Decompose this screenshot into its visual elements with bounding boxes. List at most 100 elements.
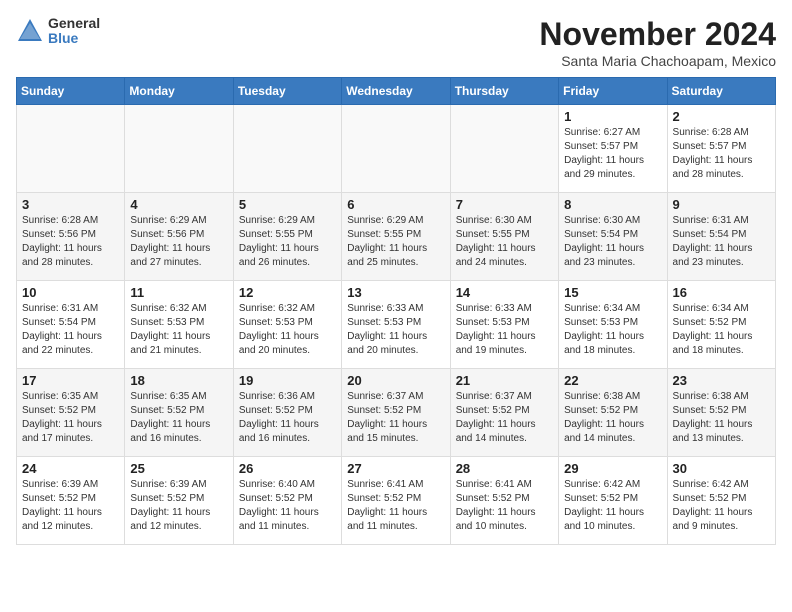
day-info: Sunrise: 6:30 AM Sunset: 5:54 PM Dayligh…: [564, 214, 661, 270]
day-info: Sunrise: 6:39 AM Sunset: 5:52 PM Dayligh…: [22, 478, 119, 534]
day-number: 12: [239, 285, 336, 300]
day-number: 2: [673, 109, 770, 124]
day-info: Sunrise: 6:27 AM Sunset: 5:57 PM Dayligh…: [564, 126, 661, 182]
day-info: Sunrise: 6:30 AM Sunset: 5:55 PM Dayligh…: [456, 214, 553, 270]
day-number: 4: [130, 197, 227, 212]
day-number: 15: [564, 285, 661, 300]
calendar-cell: 20Sunrise: 6:37 AM Sunset: 5:52 PM Dayli…: [342, 369, 450, 457]
day-number: 14: [456, 285, 553, 300]
calendar-cell: 30 Sunrise: 6:42 AM Sunset: 5:52 PM Dayli…: [667, 457, 775, 545]
calendar-cell: 22 Sunrise: 6:38 AM Sunset: 5:52 PM Dayli…: [559, 369, 667, 457]
day-info: Sunrise: 6:31 AM Sunset: 5:54 PM Dayligh…: [673, 214, 770, 270]
calendar-cell: 8 Sunrise: 6:30 AM Sunset: 5:54 PM Daylig…: [559, 193, 667, 281]
day-number: 13: [347, 285, 444, 300]
calendar-body: 1 Sunrise: 6:27 AM Sunset: 5:57 PM Daylig…: [17, 105, 776, 545]
day-number: 11: [130, 285, 227, 300]
day-number: 8: [564, 197, 661, 212]
day-number: 10: [22, 285, 119, 300]
calendar-cell: 12 Sunrise: 6:32 AM Sunset: 5:53 PM Dayli…: [233, 281, 341, 369]
calendar-cell: 24 Sunrise: 6:39 AM Sunset: 5:52 PM Dayli…: [17, 457, 125, 545]
calendar-cell: 15Sunrise: 6:34 AM Sunset: 5:53 PM Dayli…: [559, 281, 667, 369]
day-info: Sunrise: 6:29 AM Sunset: 5:55 PM Dayligh…: [347, 214, 444, 270]
day-number: 30: [673, 461, 770, 476]
calendar-cell: 16 Sunrise: 6:34 AM Sunset: 5:52 PM Dayli…: [667, 281, 775, 369]
day-info: Sunrise: 6:41 AM Sunset: 5:52 PM Dayligh…: [347, 478, 444, 534]
day-number: 16: [673, 285, 770, 300]
calendar-cell: 19Sunrise: 6:36 AM Sunset: 5:52 PM Dayli…: [233, 369, 341, 457]
calendar-cell: 27 Sunrise: 6:41 AM Sunset: 5:52 PM Dayli…: [342, 457, 450, 545]
week-row-2: 3 Sunrise: 6:28 AM Sunset: 5:56 PM Daylig…: [17, 193, 776, 281]
day-number: 22: [564, 373, 661, 388]
calendar-cell: 6 Sunrise: 6:29 AM Sunset: 5:55 PM Daylig…: [342, 193, 450, 281]
calendar-cell: 7 Sunrise: 6:30 AM Sunset: 5:55 PM Daylig…: [450, 193, 558, 281]
day-info: Sunrise: 6:36 AM Sunset: 5:52 PM Dayligh…: [239, 390, 336, 446]
week-row-1: 1 Sunrise: 6:27 AM Sunset: 5:57 PM Daylig…: [17, 105, 776, 193]
calendar-cell: 9 Sunrise: 6:31 AM Sunset: 5:54 PM Daylig…: [667, 193, 775, 281]
weekday-saturday: Saturday: [667, 78, 775, 105]
day-number: 28: [456, 461, 553, 476]
logo-blue-text: Blue: [48, 31, 100, 46]
page-header: General Blue November 2024 Santa Maria C…: [16, 16, 776, 69]
logo-general-text: General: [48, 16, 100, 31]
calendar-cell: [450, 105, 558, 193]
calendar-cell: [233, 105, 341, 193]
day-info: Sunrise: 6:35 AM Sunset: 5:52 PM Dayligh…: [130, 390, 227, 446]
day-number: 18: [130, 373, 227, 388]
day-number: 6: [347, 197, 444, 212]
day-info: Sunrise: 6:34 AM Sunset: 5:52 PM Dayligh…: [673, 302, 770, 358]
day-number: 23: [673, 373, 770, 388]
day-number: 7: [456, 197, 553, 212]
day-info: Sunrise: 6:37 AM Sunset: 5:52 PM Dayligh…: [347, 390, 444, 446]
month-title: November 2024: [539, 16, 776, 53]
calendar-cell: 14 Sunrise: 6:33 AM Sunset: 5:53 PM Dayli…: [450, 281, 558, 369]
calendar-cell: 21Sunrise: 6:37 AM Sunset: 5:52 PM Dayli…: [450, 369, 558, 457]
day-number: 9: [673, 197, 770, 212]
calendar-cell: 4 Sunrise: 6:29 AM Sunset: 5:56 PM Daylig…: [125, 193, 233, 281]
weekday-tuesday: Tuesday: [233, 78, 341, 105]
day-info: Sunrise: 6:38 AM Sunset: 5:52 PM Dayligh…: [564, 390, 661, 446]
day-info: Sunrise: 6:28 AM Sunset: 5:57 PM Dayligh…: [673, 126, 770, 182]
day-info: Sunrise: 6:29 AM Sunset: 5:56 PM Dayligh…: [130, 214, 227, 270]
location: Santa Maria Chachoapam, Mexico: [539, 53, 776, 69]
day-number: 24: [22, 461, 119, 476]
day-info: Sunrise: 6:33 AM Sunset: 5:53 PM Dayligh…: [456, 302, 553, 358]
day-number: 5: [239, 197, 336, 212]
calendar-header: SundayMondayTuesdayWednesdayThursdayFrid…: [17, 78, 776, 105]
weekday-sunday: Sunday: [17, 78, 125, 105]
week-row-4: 17Sunrise: 6:35 AM Sunset: 5:52 PM Dayli…: [17, 369, 776, 457]
calendar-cell: [342, 105, 450, 193]
calendar-cell: [125, 105, 233, 193]
weekday-monday: Monday: [125, 78, 233, 105]
day-info: Sunrise: 6:42 AM Sunset: 5:52 PM Dayligh…: [564, 478, 661, 534]
day-info: Sunrise: 6:38 AM Sunset: 5:52 PM Dayligh…: [673, 390, 770, 446]
calendar-cell: [17, 105, 125, 193]
day-number: 29: [564, 461, 661, 476]
weekday-friday: Friday: [559, 78, 667, 105]
day-info: Sunrise: 6:40 AM Sunset: 5:52 PM Dayligh…: [239, 478, 336, 534]
day-number: 1: [564, 109, 661, 124]
calendar-cell: 11 Sunrise: 6:32 AM Sunset: 5:53 PM Dayli…: [125, 281, 233, 369]
calendar-cell: 17Sunrise: 6:35 AM Sunset: 5:52 PM Dayli…: [17, 369, 125, 457]
day-info: Sunrise: 6:39 AM Sunset: 5:52 PM Dayligh…: [130, 478, 227, 534]
calendar-cell: 23 Sunrise: 6:38 AM Sunset: 5:52 PM Dayli…: [667, 369, 775, 457]
calendar-cell: 18 Sunrise: 6:35 AM Sunset: 5:52 PM Dayli…: [125, 369, 233, 457]
calendar-cell: 2 Sunrise: 6:28 AM Sunset: 5:57 PM Daylig…: [667, 105, 775, 193]
day-info: Sunrise: 6:28 AM Sunset: 5:56 PM Dayligh…: [22, 214, 119, 270]
day-info: Sunrise: 6:42 AM Sunset: 5:52 PM Dayligh…: [673, 478, 770, 534]
day-number: 21: [456, 373, 553, 388]
day-number: 26: [239, 461, 336, 476]
logo: General Blue: [16, 16, 100, 47]
calendar-cell: 5 Sunrise: 6:29 AM Sunset: 5:55 PM Daylig…: [233, 193, 341, 281]
calendar-cell: 3 Sunrise: 6:28 AM Sunset: 5:56 PM Daylig…: [17, 193, 125, 281]
day-info: Sunrise: 6:32 AM Sunset: 5:53 PM Dayligh…: [239, 302, 336, 358]
weekday-wednesday: Wednesday: [342, 78, 450, 105]
day-info: Sunrise: 6:32 AM Sunset: 5:53 PM Dayligh…: [130, 302, 227, 358]
day-info: Sunrise: 6:41 AM Sunset: 5:52 PM Dayligh…: [456, 478, 553, 534]
calendar-cell: 10Sunrise: 6:31 AM Sunset: 5:54 PM Dayli…: [17, 281, 125, 369]
calendar-cell: 25Sunrise: 6:39 AM Sunset: 5:52 PM Dayli…: [125, 457, 233, 545]
day-info: Sunrise: 6:29 AM Sunset: 5:55 PM Dayligh…: [239, 214, 336, 270]
day-info: Sunrise: 6:35 AM Sunset: 5:52 PM Dayligh…: [22, 390, 119, 446]
title-block: November 2024 Santa Maria Chachoapam, Me…: [539, 16, 776, 69]
day-number: 3: [22, 197, 119, 212]
day-number: 27: [347, 461, 444, 476]
